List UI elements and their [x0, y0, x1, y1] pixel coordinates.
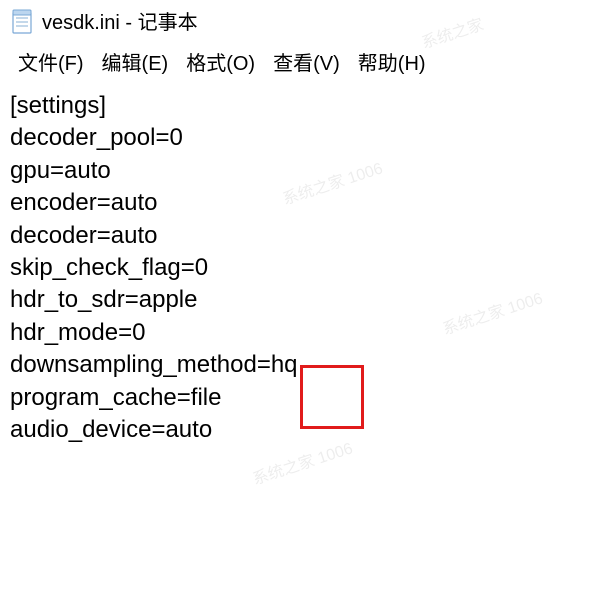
menu-help[interactable]: 帮助(H)	[350, 45, 436, 78]
menu-format[interactable]: 格式(O)	[178, 45, 265, 78]
window-title: vesdk.ini - 记事本	[42, 6, 198, 35]
menu-file[interactable]: 文件(F)	[10, 45, 94, 78]
text-line: encoder=auto	[10, 187, 587, 219]
text-line: skip_check_flag=0	[10, 252, 587, 284]
text-line: downsampling_method=hq	[10, 349, 587, 381]
notepad-icon	[10, 7, 34, 35]
menu-view[interactable]: 查看(V)	[265, 45, 350, 78]
text-line: decoder_pool=0	[10, 122, 587, 154]
text-line: program_cache=file	[10, 382, 587, 414]
menu-bar: 文件(F) 编辑(E) 格式(O) 查看(V) 帮助(H)	[0, 39, 597, 86]
text-line: decoder=auto	[10, 220, 587, 252]
text-line: [settings]	[10, 90, 587, 122]
text-line: gpu=auto	[10, 155, 587, 187]
menu-edit[interactable]: 编辑(E)	[94, 45, 179, 78]
text-line: hdr_to_sdr=apple	[10, 284, 587, 316]
text-line: hdr_mode=0	[10, 317, 587, 349]
title-bar: vesdk.ini - 记事本	[0, 0, 597, 39]
text-line: audio_device=auto	[10, 414, 587, 446]
text-area[interactable]: [settings] decoder_pool=0 gpu=auto encod…	[0, 86, 597, 450]
